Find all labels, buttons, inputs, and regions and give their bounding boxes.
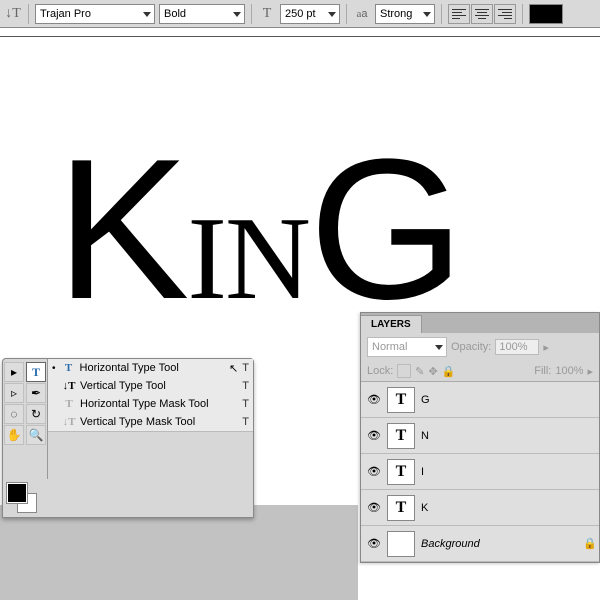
blend-mode-select[interactable]: Normal bbox=[367, 337, 447, 357]
opacity-field[interactable]: 100% bbox=[495, 339, 539, 355]
layer-thumbnail[interactable] bbox=[387, 531, 415, 557]
layer-name[interactable]: Background bbox=[421, 538, 577, 550]
type-tool[interactable]: T bbox=[26, 362, 46, 382]
orientation-icon[interactable]: ↓T bbox=[4, 5, 22, 23]
tool-shortcut: T bbox=[242, 398, 249, 410]
lock-icon: 🔒 bbox=[583, 537, 593, 550]
color-swatches bbox=[3, 479, 253, 517]
tool-label: Horizontal Type Mask Tool bbox=[80, 398, 238, 410]
layer-row[interactable]: 👁 T N bbox=[361, 418, 599, 454]
layer-thumbnail[interactable]: T bbox=[387, 495, 415, 521]
vertical-type-tool[interactable]: ↓T Vertical Type Tool T bbox=[48, 377, 253, 395]
move-tool[interactable]: ▸ bbox=[4, 362, 24, 382]
font-size-icon: T bbox=[258, 5, 276, 23]
toolbox-col-b: T ✒ ↻ 🔍 bbox=[25, 359, 47, 479]
layers-panel: LAYERS Normal Opacity: 100% ▸ Lock: ✎ ✥ … bbox=[360, 312, 600, 563]
visibility-icon[interactable]: 👁 bbox=[367, 502, 381, 514]
zoom-tool[interactable]: 🔍 bbox=[26, 425, 46, 445]
divider bbox=[346, 4, 347, 24]
visibility-icon[interactable]: 👁 bbox=[367, 394, 381, 406]
divider bbox=[522, 4, 523, 24]
layer-row[interactable]: 👁 T G bbox=[361, 382, 599, 418]
font-weight-select[interactable]: Bold bbox=[159, 4, 245, 24]
layer-row[interactable]: 👁 T I bbox=[361, 454, 599, 490]
lock-move-icon[interactable]: ✥ bbox=[429, 365, 438, 378]
divider bbox=[28, 4, 29, 24]
font-weight-value: Bold bbox=[164, 8, 186, 20]
direct-select-tool[interactable]: ▹ bbox=[4, 383, 24, 403]
fill-field[interactable]: 100% bbox=[555, 365, 583, 377]
opacity-label: Opacity: bbox=[451, 341, 491, 353]
blend-mode-value: Normal bbox=[372, 341, 407, 353]
pen-tool[interactable]: ✒ bbox=[26, 383, 46, 403]
type-icon: T bbox=[62, 362, 76, 374]
vertical-type-mask-tool[interactable]: ↓T Vertical Type Mask Tool T bbox=[48, 413, 253, 431]
horizontal-type-mask-tool[interactable]: T Horizontal Type Mask Tool T bbox=[48, 395, 253, 413]
tool-shortcut: T bbox=[242, 362, 249, 374]
divider bbox=[441, 4, 442, 24]
type-tool-popup: T Horizontal Type Tool ↖ T ↓T Vertical T… bbox=[47, 359, 253, 479]
visibility-icon[interactable]: 👁 bbox=[367, 466, 381, 478]
fill-label: Fill: bbox=[534, 365, 551, 377]
layer-name[interactable]: G bbox=[421, 394, 593, 406]
visibility-icon[interactable]: 👁 bbox=[367, 430, 381, 442]
text-align-group bbox=[448, 4, 516, 24]
layer-thumbnail[interactable]: T bbox=[387, 387, 415, 413]
lock-brush-icon[interactable]: ✎ bbox=[415, 365, 424, 378]
lock-fill-row: Lock: ✎ ✥ 🔒 Fill: 100% ▸ bbox=[361, 361, 599, 381]
cursor-icon: ↖ bbox=[229, 362, 238, 375]
lock-all-icon[interactable]: 🔒 bbox=[442, 365, 456, 378]
blend-opacity-row: Normal Opacity: 100% ▸ bbox=[361, 333, 599, 361]
pasteboard bbox=[0, 505, 358, 600]
font-family-select[interactable]: Trajan Pro bbox=[35, 4, 155, 24]
font-size-value: 250 pt bbox=[285, 8, 316, 20]
layer-row[interactable]: 👁 Background 🔒 bbox=[361, 526, 599, 562]
chevron-right-icon[interactable]: ▸ bbox=[543, 341, 549, 354]
type-icon: ↓T bbox=[62, 380, 76, 392]
align-left-button[interactable] bbox=[448, 4, 470, 24]
type-mask-icon: ↓T bbox=[62, 416, 76, 428]
horizontal-type-tool[interactable]: T Horizontal Type Tool ↖ T bbox=[48, 359, 253, 377]
toolbox-col-a: ▸ ▹ ◌ ✋ bbox=[3, 359, 25, 479]
foreground-color[interactable] bbox=[7, 483, 27, 503]
antialias-select[interactable]: Strong bbox=[375, 4, 435, 24]
tool-shortcut: T bbox=[242, 380, 249, 392]
antialias-value: Strong bbox=[380, 8, 412, 20]
tool-label: Vertical Type Tool bbox=[80, 380, 238, 392]
tool-label: Vertical Type Mask Tool bbox=[80, 416, 238, 428]
lock-label: Lock: bbox=[367, 365, 393, 377]
antialias-icon: aa bbox=[353, 5, 371, 23]
chevron-right-icon[interactable]: ▸ bbox=[587, 365, 593, 378]
canvas-text[interactable]: KinG bbox=[56, 115, 463, 345]
align-right-button[interactable] bbox=[494, 4, 516, 24]
tool-shortcut: T bbox=[242, 416, 249, 428]
layer-list: 👁 T G 👁 T N 👁 T I 👁 T K 👁 Background 🔒 bbox=[361, 381, 599, 562]
type-mask-icon: T bbox=[62, 398, 76, 410]
text-options-bar: ↓T Trajan Pro Bold T 250 pt aa Strong bbox=[0, 0, 600, 28]
lock-transparency-icon[interactable] bbox=[397, 364, 411, 378]
tool-label: Horizontal Type Tool bbox=[80, 362, 226, 374]
layer-row[interactable]: 👁 T K bbox=[361, 490, 599, 526]
layer-name[interactable]: I bbox=[421, 466, 593, 478]
heal-tool[interactable]: ◌ bbox=[4, 404, 24, 424]
hand-tool[interactable]: ✋ bbox=[4, 425, 24, 445]
visibility-icon[interactable]: 👁 bbox=[367, 538, 381, 550]
align-center-button[interactable] bbox=[471, 4, 493, 24]
rotate-tool[interactable]: ↻ bbox=[26, 404, 46, 424]
layers-tab[interactable]: LAYERS bbox=[361, 315, 422, 333]
tool-flyout: ▸ ▹ ◌ ✋ T ✒ ↻ 🔍 T Horizontal Type Tool ↖… bbox=[2, 358, 254, 518]
divider bbox=[251, 4, 252, 24]
panel-tabs: LAYERS bbox=[361, 313, 599, 333]
font-size-select[interactable]: 250 pt bbox=[280, 4, 340, 24]
layer-name[interactable]: N bbox=[421, 430, 593, 442]
font-family-value: Trajan Pro bbox=[40, 8, 91, 20]
layer-name[interactable]: K bbox=[421, 502, 593, 514]
layer-thumbnail[interactable]: T bbox=[387, 459, 415, 485]
text-color-swatch[interactable] bbox=[529, 4, 563, 24]
layer-thumbnail[interactable]: T bbox=[387, 423, 415, 449]
